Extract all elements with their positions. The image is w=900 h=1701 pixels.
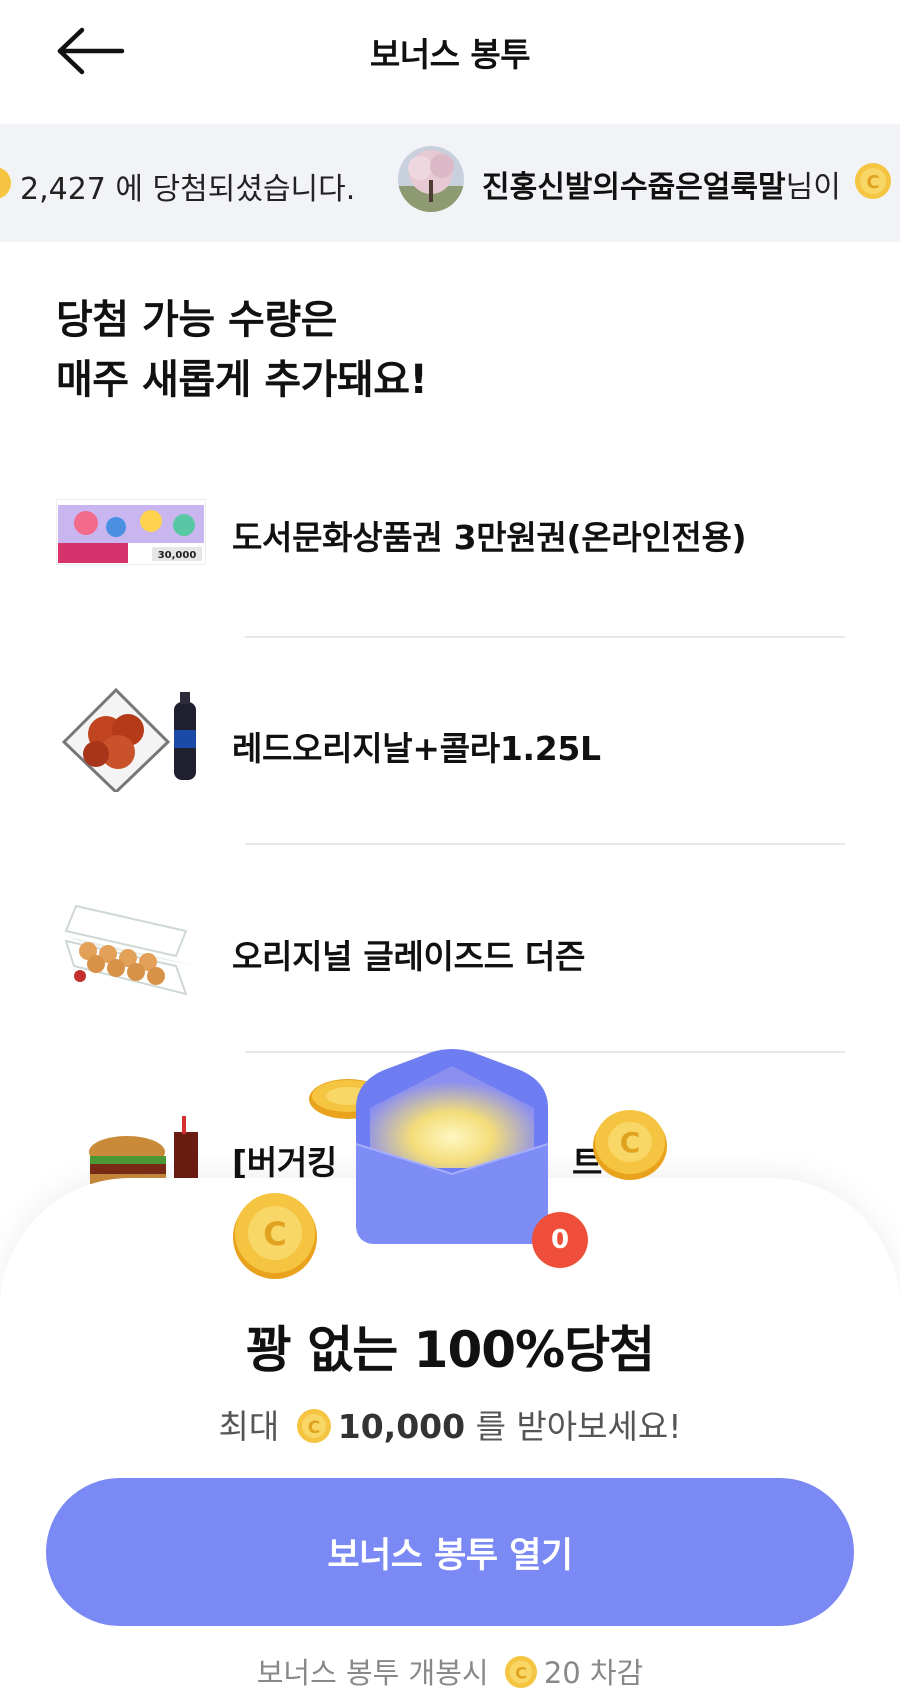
svg-text:C: C xyxy=(620,1126,641,1159)
donut-box-image xyxy=(64,904,196,996)
prize-name: 오리지널 글레이즈드 더즌 xyxy=(232,937,586,976)
sheet-subtitle: 최대 C 10,000 를 받아보세요! xyxy=(0,1400,900,1448)
divider xyxy=(245,843,845,845)
header: 보너스 봉투 xyxy=(0,0,900,124)
subtitle-suffix: 를 받아보세요! xyxy=(475,1407,682,1446)
book-voucher-image: 30,000 xyxy=(56,499,206,565)
svg-text:C: C xyxy=(308,1418,320,1438)
divider xyxy=(245,636,845,638)
ticker-win-text: 2,427 에 당첨되셨습니다. xyxy=(20,172,356,207)
envelope-count-badge: 0 xyxy=(532,1212,588,1268)
sheet-title: 꽝 없는 100%당첨 xyxy=(245,1321,655,1379)
coin-icon: C xyxy=(593,1110,667,1180)
envelope-icon xyxy=(355,1049,549,1244)
coin-icon: C xyxy=(855,163,891,199)
coin-icon: C xyxy=(504,1655,537,1689)
heading-line-1: 당첨 가능 수량은 xyxy=(56,297,337,343)
fried-chicken-cola-image xyxy=(61,687,196,792)
ticker-winner-name: 진홍신발의수줍은얼룩말님이 xyxy=(482,162,841,206)
prize-name: [버거킹 xyxy=(232,1143,337,1182)
subtitle-prefix: 최대 xyxy=(218,1407,280,1446)
prize-name: 레드오리지날+콜라1.25L xyxy=(232,729,601,768)
winner-nickname: 진홍신발의수줍은얼룩말 xyxy=(482,170,786,205)
coin-icon xyxy=(0,167,11,199)
open-envelope-button[interactable]: 보너스 봉투 열기 xyxy=(46,1478,854,1626)
winner-suffix: 님이 xyxy=(785,170,841,205)
winner-ticker: 2,427 에 당첨되셨습니다. 진홍신발의수줍은얼룩말님이 C xyxy=(0,124,900,242)
list-item[interactable]: 오리지널 글레이즈드 더즌 xyxy=(0,890,900,1010)
avatar xyxy=(398,146,464,212)
svg-text:C: C xyxy=(515,1664,527,1683)
section-heading: 당첨 가능 수량은 매주 새롭게 추가돼요! xyxy=(56,290,428,410)
svg-text:C: C xyxy=(263,1215,286,1253)
prize-name: 도서문화상품권 3만원권(온라인전용) xyxy=(232,518,747,557)
coin-icon: C xyxy=(233,1193,317,1279)
page-title: 보너스 봉투 xyxy=(369,35,531,74)
coin-icon: C xyxy=(296,1409,331,1443)
voucher-amount: 30,000 xyxy=(158,550,197,561)
cost-note: 보너스 봉투 개봉시 C 20 차감 xyxy=(0,1650,900,1692)
heading-line-2: 매주 새롭게 추가돼요! xyxy=(56,357,428,403)
max-reward-amount: 10,000 xyxy=(337,1407,466,1446)
svg-text:C: C xyxy=(866,172,879,193)
cost-note-suffix: 20 차감 xyxy=(543,1656,644,1690)
list-item[interactable]: 30,000 도서문화상품권 3만원권(온라인전용) xyxy=(0,473,900,593)
list-item[interactable]: 레드오리지날+콜라1.25L xyxy=(0,682,900,802)
cost-note-prefix: 보너스 봉투 개봉시 xyxy=(256,1656,489,1690)
